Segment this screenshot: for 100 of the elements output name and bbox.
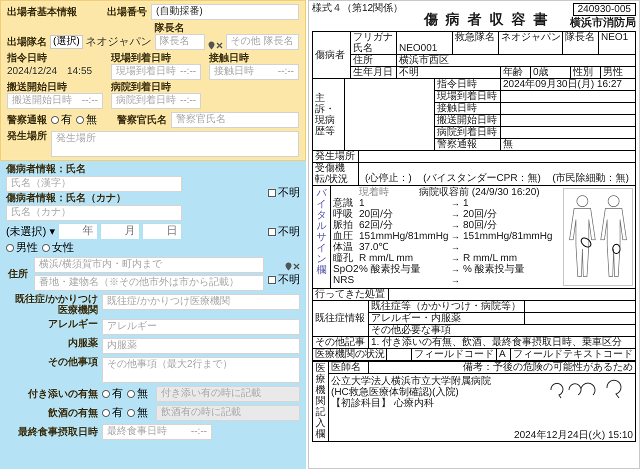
close-icon[interactable] <box>216 42 223 49</box>
table-cell-text: 瞳孔 <box>332 253 354 264</box>
text-area[interactable]: 発生場所 <box>51 131 299 157</box>
table-cell: 受傷機転/状況 <box>313 163 359 185</box>
table-cell: 接触日時 <box>435 103 501 114</box>
field-label: 病院到着日時 <box>111 82 172 93</box>
radio-label: 有 <box>112 388 123 400</box>
table-cell-text: 男性 <box>602 67 624 78</box>
table-cell: A <box>497 349 511 360</box>
table-cell-text: R mm/L mm <box>358 253 414 264</box>
table-cell: アレルギー・内服薬 <box>369 313 525 324</box>
era-select[interactable]: (未選択) ▾ <box>6 224 56 238</box>
table-cell-text: SpO2 <box>332 264 357 275</box>
table-cell: 病院到着日時 <box>435 127 501 138</box>
input-field[interactable]: 搬送開始日時 --:-- <box>7 93 103 109</box>
arrow-icon: → <box>451 220 461 231</box>
radio-label: 無 <box>137 407 148 419</box>
document-number: 240930-005 <box>572 3 636 16</box>
table-cell: 警察通報 <box>435 139 501 150</box>
input-field[interactable]: 氏名（漢字） <box>6 176 182 192</box>
field-label: 出場者基本情報 <box>7 6 78 18</box>
table-cell: 医療機関の状況 <box>313 349 387 360</box>
input-field[interactable]: 病院到着日時 --:-- <box>111 93 202 109</box>
input-field[interactable]: 警察官氏名 <box>171 112 299 128</box>
field-label: 出場番号 <box>107 6 147 18</box>
radio-button[interactable] <box>42 244 50 252</box>
table-cell-text: 体温 <box>332 242 354 253</box>
field-label: 現場到着日時 <box>111 53 172 64</box>
table-cell-text: (心停止：) <box>364 173 413 184</box>
input-field[interactable]: その他 隊長名 <box>226 34 299 50</box>
table-cell: 行ってきた処置 <box>313 289 389 300</box>
input-field[interactable]: 番地・建物名（※その他市外は市から記載） <box>34 275 264 291</box>
arrow-icon: → <box>451 242 461 253</box>
input-field[interactable]: 隊長名 <box>154 34 205 50</box>
checkbox-label: 不明 <box>278 186 300 198</box>
arrow-icon: → <box>451 253 461 264</box>
arrow-icon: → <box>451 275 461 286</box>
table-cell-text: (バイスタンダーCPR：無) <box>422 173 542 184</box>
field-label: 住所 <box>6 268 29 280</box>
datetime-value: 2024/12/24 14:55 <box>7 65 94 79</box>
input-field[interactable]: アレルギー <box>102 319 300 335</box>
vertical-label: バイタルサイン欄 <box>316 188 326 278</box>
checkbox[interactable] <box>268 276 276 284</box>
table-cell-text: 病院収容前 (24/9/30 16:20) <box>418 187 541 198</box>
issuer: 横浜市消防局 <box>570 17 636 29</box>
table-cell-text: 151mmHg/81mmHg <box>462 231 554 242</box>
table-cell-text: % 酸素投与量 <box>359 264 422 275</box>
radio-button[interactable] <box>51 116 59 124</box>
field-label: その他事項 <box>47 357 98 368</box>
checkbox-label: 不明 <box>278 274 300 286</box>
table-cell: 住所 <box>351 55 397 66</box>
radio-button[interactable] <box>6 244 14 252</box>
table-cell-text: 現着時 <box>358 187 390 198</box>
text-area[interactable]: その他事項（最大2行まで） <box>102 357 300 383</box>
table-cell-text: 20回/分 <box>462 209 498 220</box>
table-cell-text: 【初診科目】 心療内科 <box>330 398 435 409</box>
table-cell-text: 横浜市西区 <box>398 55 450 66</box>
table-cell: 不明 <box>397 67 501 78</box>
table-cell-text: 脈拍 <box>332 220 354 231</box>
table-cell: 0歳 <box>531 67 571 78</box>
table-cell-text: 20回/分 <box>358 209 394 220</box>
table-cell-text: 無 <box>502 139 514 150</box>
input-field[interactable]: 横浜/横須賀市内・町内まで <box>34 257 264 273</box>
field-label: 最終食事摂取日時 <box>17 426 98 438</box>
field-label: 付き添いの有無 <box>26 388 98 400</box>
input-field[interactable]: 最終食事日時 --:-- <box>102 424 212 440</box>
table-cell-text: % 酸素投与量 <box>462 264 526 275</box>
input-field[interactable]: 接触日時 --:-- <box>209 64 299 80</box>
input-field[interactable]: 氏名（カナ） <box>6 205 182 221</box>
table-cell: 現場到着日時 <box>435 91 501 102</box>
radio-label: 女性 <box>52 242 74 254</box>
checkbox[interactable] <box>268 188 276 196</box>
table-cell-text: 意識 <box>332 198 354 209</box>
field-label: 警察通報 <box>7 114 47 126</box>
close-icon[interactable] <box>293 263 300 270</box>
checkbox[interactable] <box>268 228 276 236</box>
radio-button[interactable] <box>76 116 84 124</box>
table-cell-text: 主訴・現病歴等 <box>314 92 336 136</box>
map-pin-icon[interactable] <box>208 41 215 50</box>
table-cell-text: R mm/L mm <box>462 253 518 264</box>
map-pin-icon[interactable] <box>285 262 292 271</box>
table-cell: 年齢 <box>501 67 531 78</box>
table-cell-text: 37.0℃ <box>358 242 390 253</box>
radio-label: 有 <box>112 407 123 419</box>
input-field[interactable]: 内服薬 <box>102 338 300 354</box>
arrow-icon: → <box>451 231 461 242</box>
table-cell: 救急隊名 <box>453 32 499 54</box>
input-field[interactable]: 現場到着日時 --:-- <box>111 64 202 80</box>
date-part-field[interactable]: 年 <box>59 224 98 239</box>
unit-select[interactable]: (選択) <box>50 35 83 49</box>
input-field[interactable]: (自動採番) <box>151 4 299 20</box>
field-label: 既往症/かかりつけ医療機関 <box>14 294 98 316</box>
field-label: 飲酒の有無 <box>47 408 98 418</box>
table-cell-text: 血圧 <box>332 231 354 242</box>
table-cell-text: NEO1 <box>600 32 630 45</box>
arrow-icon: → <box>451 198 461 209</box>
field-label: 内服薬 <box>67 338 98 349</box>
date-part-field[interactable]: 日 <box>143 224 182 239</box>
input-field[interactable]: 既往症/かかりつけ医療機関 <box>102 294 300 310</box>
date-part-field[interactable]: 月 <box>101 224 140 239</box>
